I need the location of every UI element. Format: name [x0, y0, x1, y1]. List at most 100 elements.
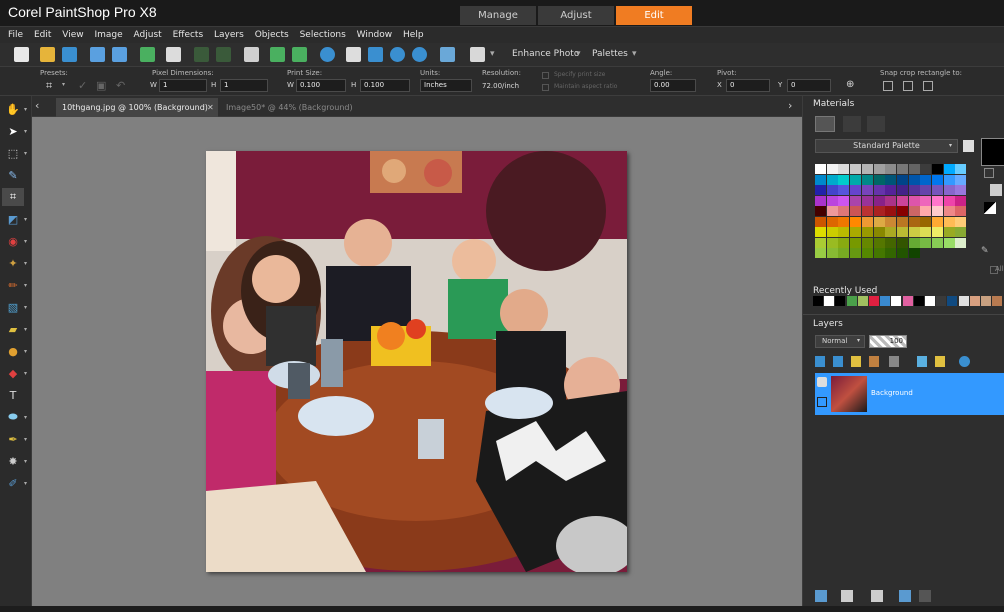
- color-swatch[interactable]: [873, 164, 885, 174]
- color-swatch[interactable]: [838, 216, 850, 227]
- color-swatch[interactable]: [955, 185, 967, 195]
- recent-color-swatch[interactable]: [902, 296, 913, 306]
- text-tool-icon[interactable]: T: [2, 386, 24, 404]
- enhance-dropdown-icon[interactable]: ▾: [576, 49, 581, 59]
- share-icon[interactable]: [140, 47, 155, 62]
- color-swatch[interactable]: [838, 206, 850, 216]
- recent-color-swatch[interactable]: [936, 296, 947, 306]
- recent-color-swatch[interactable]: [869, 296, 879, 306]
- color-swatch[interactable]: [955, 237, 967, 248]
- preset-dropdown-icon[interactable]: ▾: [62, 81, 65, 88]
- color-swatch[interactable]: [885, 185, 897, 195]
- center-pivot-icon[interactable]: ⊕: [846, 79, 854, 90]
- color-swatch[interactable]: [826, 248, 838, 258]
- fx-icon[interactable]: [869, 356, 879, 367]
- color-swatch[interactable]: [850, 174, 862, 185]
- palettes-menu[interactable]: Palettes: [592, 49, 628, 59]
- new-mask-layer-icon[interactable]: [871, 590, 883, 602]
- menu-help[interactable]: Help: [403, 27, 424, 43]
- color-swatch[interactable]: [896, 174, 908, 185]
- pick-tool-icon[interactable]: ➤ ▾: [2, 122, 27, 140]
- color-swatch[interactable]: [908, 164, 920, 174]
- color-swatch[interactable]: [885, 164, 897, 174]
- new-adjustment-layer-icon[interactable]: [833, 356, 843, 367]
- new-vector-icon[interactable]: [841, 590, 853, 602]
- print-height-input[interactable]: 0.100: [360, 79, 410, 92]
- color-swatch[interactable]: [861, 185, 873, 195]
- clone-tool-icon[interactable]: ▧ ▾: [2, 298, 27, 316]
- color-swatch[interactable]: [838, 237, 850, 248]
- full-screen-icon[interactable]: [368, 47, 383, 62]
- paint-brush-tool-icon[interactable]: ✏ ▾: [2, 276, 27, 294]
- tabs-scroll-right-icon[interactable]: ›: [788, 99, 792, 112]
- pivot-y-input[interactable]: 0: [787, 79, 831, 92]
- color-swatch[interactable]: [943, 237, 955, 248]
- print-width-input[interactable]: 0.100: [296, 79, 346, 92]
- menu-file[interactable]: File: [8, 27, 23, 43]
- foreground-properties-icon[interactable]: [984, 168, 994, 178]
- color-swatch[interactable]: [885, 206, 897, 216]
- recent-color-swatch[interactable]: [981, 296, 991, 306]
- crop-preset-icon[interactable]: ⌗: [46, 79, 52, 93]
- color-swatch[interactable]: [885, 227, 897, 237]
- blend-dropdown-icon[interactable]: ▾: [857, 337, 860, 344]
- color-swatch[interactable]: [920, 164, 932, 174]
- scan-icon[interactable]: [62, 47, 77, 62]
- color-swatch[interactable]: [932, 216, 943, 227]
- save-icon[interactable]: [90, 47, 105, 62]
- print-icon[interactable]: [166, 47, 181, 62]
- color-swatch[interactable]: [896, 206, 908, 216]
- recent-color-swatch[interactable]: [913, 296, 924, 306]
- color-swatch[interactable]: [908, 237, 920, 248]
- color-swatch[interactable]: [815, 164, 826, 174]
- recent-color-swatch[interactable]: [992, 296, 1003, 306]
- color-swatch[interactable]: [955, 164, 967, 174]
- color-swatch[interactable]: [861, 206, 873, 216]
- color-swatch[interactable]: [815, 227, 826, 237]
- color-swatch[interactable]: [850, 206, 862, 216]
- pivot-x-input[interactable]: 0: [726, 79, 770, 92]
- color-swatch[interactable]: [850, 248, 862, 258]
- color-swatch[interactable]: [896, 227, 908, 237]
- color-swatch[interactable]: [850, 195, 862, 206]
- menu-image[interactable]: Image: [94, 27, 122, 43]
- menu-edit[interactable]: Edit: [34, 27, 51, 43]
- color-swatch[interactable]: [908, 206, 920, 216]
- eraser-tool-icon[interactable]: ▰ ▾: [2, 320, 27, 338]
- pan-tool-icon[interactable]: ✋ ▾: [2, 100, 27, 118]
- color-swatch[interactable]: [826, 206, 838, 216]
- color-swatch[interactable]: [955, 206, 967, 216]
- color-swatch[interactable]: [908, 174, 920, 185]
- snap-image-icon[interactable]: [883, 81, 893, 91]
- color-swatch[interactable]: [815, 237, 826, 248]
- color-swatch[interactable]: [896, 216, 908, 227]
- pixel-height-input[interactable]: 1: [220, 79, 268, 92]
- recent-color-swatch[interactable]: [846, 296, 857, 306]
- color-swatch[interactable]: [815, 248, 826, 258]
- color-swatch[interactable]: [920, 206, 932, 216]
- doc-tab-inactive[interactable]: Image50* @ 44% (Background): [220, 98, 360, 117]
- palette-menu-icon[interactable]: [963, 140, 974, 152]
- color-swatch[interactable]: [908, 227, 920, 237]
- color-swatch[interactable]: [873, 185, 885, 195]
- shape-tool-icon[interactable]: ⬬ ▾: [2, 408, 27, 426]
- color-swatch[interactable]: [943, 185, 955, 195]
- color-swatch[interactable]: [815, 174, 826, 185]
- color-swatch[interactable]: [861, 164, 873, 174]
- new-layer-icon[interactable]: [815, 356, 825, 367]
- color-swatch[interactable]: [932, 195, 943, 206]
- rainbow-tab-icon[interactable]: [843, 116, 861, 132]
- recent-color-swatch[interactable]: [813, 296, 823, 306]
- color-swatch[interactable]: [861, 216, 873, 227]
- color-swatch[interactable]: [838, 248, 850, 258]
- specify-print-size-checkbox[interactable]: [542, 72, 549, 79]
- fill-tool-icon[interactable]: ✐ ▾: [2, 474, 27, 492]
- menu-objects[interactable]: Objects: [255, 27, 289, 43]
- menu-view[interactable]: View: [62, 27, 83, 43]
- pixel-width-input[interactable]: 1: [159, 79, 207, 92]
- picker-tab-icon[interactable]: [867, 116, 885, 132]
- color-swatch[interactable]: [850, 227, 862, 237]
- color-swatch[interactable]: [838, 227, 850, 237]
- palettes-dropdown-icon[interactable]: ▾: [632, 49, 637, 59]
- recent-color-swatch[interactable]: [925, 296, 935, 306]
